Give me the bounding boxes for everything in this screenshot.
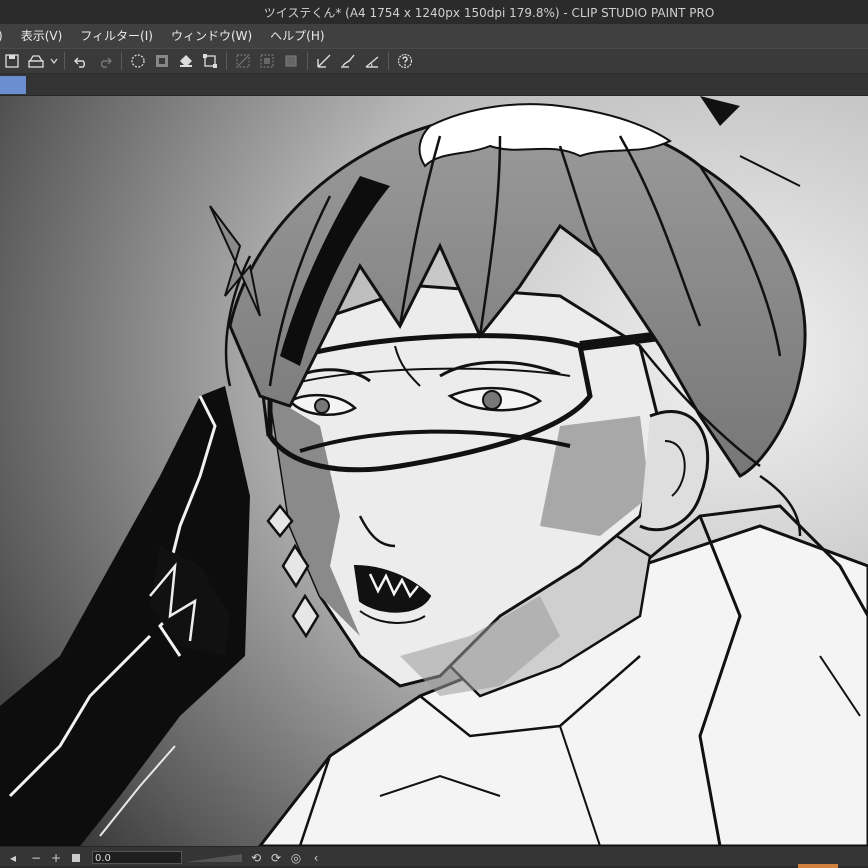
fill-icon[interactable] (175, 50, 197, 72)
undo-icon[interactable] (70, 50, 92, 72)
rotate-left-icon[interactable]: ⟲ (248, 850, 264, 866)
status-accent-marker (798, 864, 838, 868)
command-bar (0, 48, 868, 74)
menu-filter[interactable]: フィルター(I) (71, 24, 162, 48)
window-titlebar: ツイステくん* (A4 1754 x 1240px 150dpi 179.8%)… (0, 0, 868, 24)
invert-selection-icon[interactable] (256, 50, 278, 72)
menu-partial[interactable]: ) (0, 24, 12, 48)
rotation-angle-input[interactable]: 0.0 (92, 851, 182, 864)
chevron-left-icon[interactable]: ‹ (308, 850, 324, 866)
help-icon[interactable] (394, 50, 416, 72)
rotate-right-icon[interactable]: ⟳ (268, 850, 284, 866)
redo-icon[interactable] (94, 50, 116, 72)
toolbar-divider (226, 52, 227, 70)
menu-help[interactable]: ヘルプ(H) (261, 24, 333, 48)
menubar: ) 表示(V) フィルター(I) ウィンドウ(W) ヘルプ(H) (0, 24, 868, 48)
selection-border-icon[interactable] (280, 50, 302, 72)
ruler-pen-icon[interactable] (313, 50, 335, 72)
toolbar-divider (307, 52, 308, 70)
deselect-icon[interactable] (232, 50, 254, 72)
angle-ruler-icon[interactable] (361, 50, 383, 72)
scroll-left-arrow[interactable]: ◂ (2, 850, 24, 866)
brush-icon[interactable] (337, 50, 359, 72)
transform-icon[interactable] (199, 50, 221, 72)
toolbar-divider (64, 52, 65, 70)
chevron-down-icon[interactable] (49, 50, 59, 72)
artwork-illustration (0, 96, 868, 846)
status-bar: ◂ − + 0.0 ⟲ ⟳ ◎ ‹ (0, 846, 868, 868)
clear-layer-icon[interactable] (127, 50, 149, 72)
clear-outside-icon[interactable] (151, 50, 173, 72)
reset-rotation-icon[interactable]: ◎ (288, 850, 304, 866)
fit-square-icon[interactable] (68, 850, 84, 866)
menu-view[interactable]: 表示(V) (12, 24, 72, 48)
menu-window[interactable]: ウィンドウ(W) (162, 24, 261, 48)
toolbar-divider (121, 52, 122, 70)
canvas-tab-bar (0, 74, 868, 96)
print-icon[interactable] (25, 50, 47, 72)
canvas-tab-active[interactable] (0, 76, 26, 94)
zoom-out-button[interactable]: − (28, 850, 44, 866)
toolbar-divider (388, 52, 389, 70)
zoom-in-button[interactable]: + (48, 850, 64, 866)
artwork-canvas[interactable] (0, 96, 868, 846)
rotation-slider[interactable] (184, 850, 244, 866)
window-title: ツイステくん* (A4 1754 x 1240px 150dpi 179.8%)… (263, 5, 715, 20)
save-icon[interactable] (1, 50, 23, 72)
